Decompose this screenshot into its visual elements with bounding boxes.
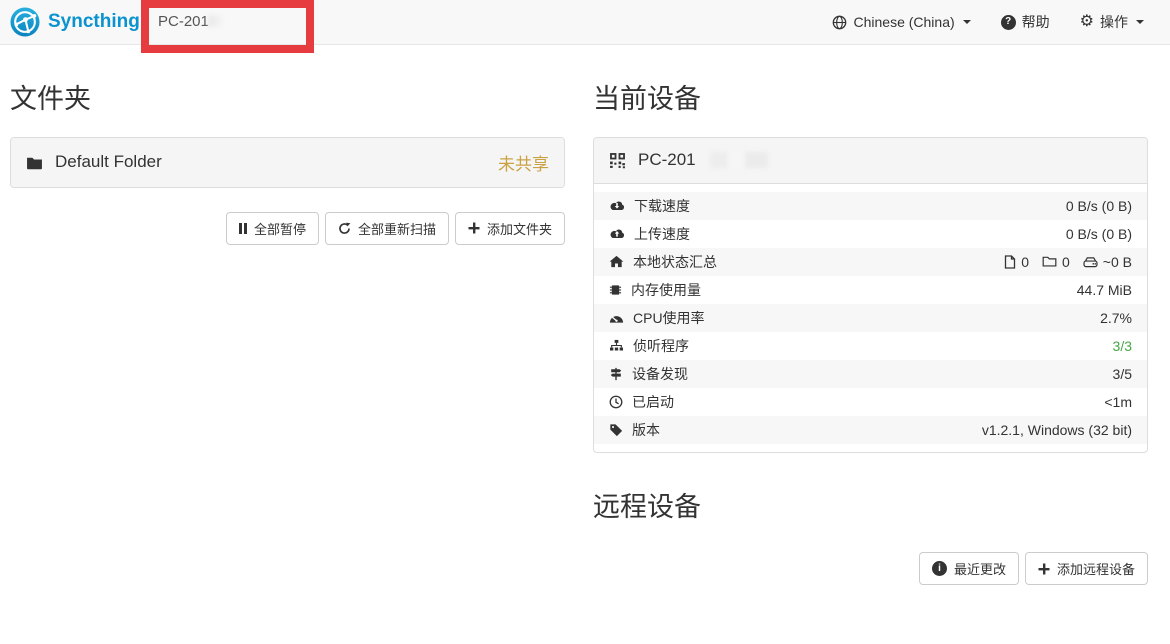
stat-value: v1.2.1, Windows (32 bit) — [982, 422, 1132, 438]
hdd-icon — [1083, 256, 1098, 268]
sitemap-icon — [609, 339, 624, 352]
folder-icon — [26, 155, 43, 170]
stat-row-version: 版本 v1.2.1, Windows (32 bit) — [594, 416, 1147, 444]
add-folder-button[interactable]: 添加文件夹 — [455, 212, 565, 245]
local-state-values: 0 0 ~0 B — [1004, 254, 1132, 270]
home-icon — [609, 255, 624, 268]
actions-label: 操作 — [1100, 12, 1128, 32]
stat-row-upload-rate: 上传速度 0 B/s (0 B) — [594, 220, 1147, 248]
clock-icon — [609, 395, 623, 409]
gear-icon: ⚙ — [1080, 14, 1094, 30]
map-signs-icon — [609, 367, 623, 381]
folder-name: Default Folder — [55, 152, 162, 172]
language-dropdown[interactable]: Chinese (China) — [832, 14, 970, 30]
navbar: Syncthing PC-201 Chinese (China) ? 帮助 ⚙ … — [0, 0, 1170, 45]
stat-value-listeners: 3/3 — [1113, 338, 1132, 354]
plus-icon — [1038, 563, 1050, 575]
pause-all-button[interactable]: 全部暂停 — [226, 212, 319, 245]
language-label: Chinese (China) — [853, 14, 954, 30]
stat-row-local-state: 本地状态汇总 0 0 — [594, 248, 1147, 276]
folders-title: 文件夹 — [10, 85, 565, 115]
info-circle-icon: i — [932, 561, 947, 576]
folder-outline-icon — [1042, 255, 1057, 268]
globe-icon — [832, 15, 847, 30]
help-label: 帮助 — [1022, 12, 1050, 32]
stat-value: <1m — [1104, 394, 1132, 410]
navbar-menu: Chinese (China) ? 帮助 ⚙ 操作 — [832, 12, 1170, 32]
syncthing-logo-icon — [10, 7, 40, 37]
navbar-device-name: PC-201 — [158, 13, 209, 30]
folder-row-default[interactable]: Default Folder 未共享 — [11, 138, 564, 187]
stat-row-discovery: 设备发现 3/5 — [594, 360, 1147, 388]
cloud-download-icon — [609, 199, 625, 212]
cloud-upload-icon — [609, 227, 625, 240]
question-circle-icon: ? — [1001, 15, 1016, 30]
folders-column: 文件夹 Default Folder 未共享 全部暂停 全部重新扫描 — [10, 45, 565, 585]
remote-device-actions: i 最近更改 添加远程设备 — [593, 552, 1148, 585]
add-remote-device-button[interactable]: 添加远程设备 — [1025, 552, 1148, 585]
brand-title: Syncthing — [48, 11, 140, 33]
stat-row-ram: 内存使用量 44.7 MiB — [594, 276, 1147, 304]
stat-row-cpu: CPU使用率 2.7% — [594, 304, 1147, 332]
plus-icon — [468, 222, 480, 234]
stat-value: 3/5 — [1113, 366, 1132, 382]
stat-value: 2.7% — [1100, 310, 1132, 326]
stat-value: 0 B/s (0 B) — [1066, 226, 1132, 242]
chevron-down-icon — [1136, 20, 1144, 24]
main-content: 文件夹 Default Folder 未共享 全部暂停 全部重新扫描 — [10, 45, 1148, 585]
remote-devices-title: 远程设备 — [593, 493, 1148, 523]
folder-status-badge: 未共享 — [498, 150, 549, 175]
help-button[interactable]: ? 帮助 — [1001, 12, 1050, 32]
stat-value: 0 B/s (0 B) — [1066, 198, 1132, 214]
tag-icon — [609, 423, 623, 437]
this-device-panel: PC-201 下载速度 0 B/s (0 B) — [593, 137, 1148, 453]
tachometer-icon — [609, 311, 624, 324]
stat-row-download-rate: 下载速度 0 B/s (0 B) — [594, 192, 1147, 220]
microchip-icon — [609, 283, 622, 297]
stat-value: 44.7 MiB — [1077, 282, 1132, 298]
this-device-title: 当前设备 — [593, 85, 1148, 115]
devices-column: 当前设备 PC-201 — [593, 45, 1148, 585]
recent-changes-button[interactable]: i 最近更改 — [919, 552, 1019, 585]
this-device-header[interactable]: PC-201 — [594, 138, 1147, 183]
stat-row-listeners: 侦听程序 3/3 — [594, 332, 1147, 360]
this-device-name: PC-201 — [638, 150, 696, 170]
pause-icon — [239, 223, 247, 234]
stat-row-uptime: 已启动 <1m — [594, 388, 1147, 416]
syncthing-brand[interactable]: Syncthing — [0, 7, 140, 37]
chevron-down-icon — [963, 20, 971, 24]
folder-panel: Default Folder 未共享 — [10, 137, 565, 188]
folder-actions: 全部暂停 全部重新扫描 添加文件夹 — [10, 212, 565, 245]
redacted-blur — [710, 152, 768, 168]
file-icon — [1004, 255, 1016, 269]
this-device-stats: 下载速度 0 B/s (0 B) 上传速度 0 B/s (0 B) — [594, 183, 1147, 452]
actions-dropdown[interactable]: ⚙ 操作 — [1080, 12, 1144, 32]
redacted-blur — [208, 15, 222, 27]
rescan-all-button[interactable]: 全部重新扫描 — [325, 212, 449, 245]
qrcode-icon — [609, 152, 626, 169]
refresh-icon — [338, 222, 351, 235]
